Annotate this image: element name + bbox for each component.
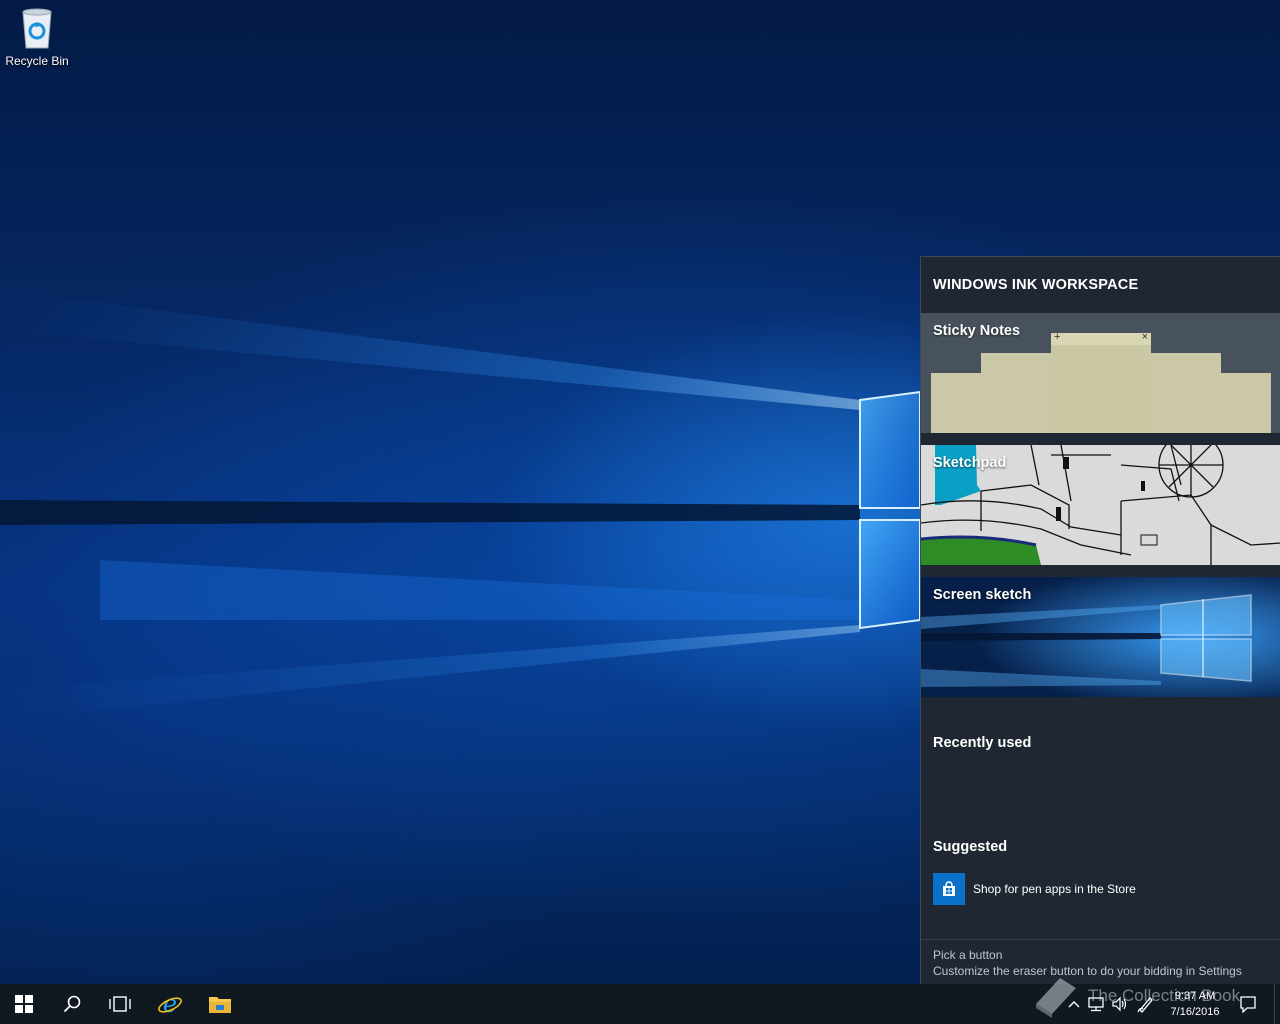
panel-title: WINDOWS INK WORKSPACE — [933, 277, 1139, 293]
shop-pen-apps-link[interactable]: Shop for pen apps in the Store — [933, 873, 1263, 905]
task-view-button[interactable] — [96, 984, 144, 1024]
add-note-icon: + — [1054, 331, 1061, 343]
sticky-note — [981, 353, 1051, 433]
store-icon — [933, 873, 965, 905]
task-view-icon — [109, 996, 131, 1012]
search-button[interactable] — [48, 984, 96, 1024]
search-icon — [63, 995, 81, 1013]
sticky-note — [931, 373, 981, 433]
windows-ink-workspace-panel: WINDOWS INK WORKSPACE Sticky Notes + × S… — [920, 256, 1280, 985]
desktop-icon-recycle-bin[interactable]: Recycle Bin — [4, 6, 70, 68]
footer-text: Customize the eraser button to do your b… — [933, 964, 1242, 978]
volume-icon — [1112, 996, 1127, 1012]
clock-time: 9:37 AM — [1174, 990, 1216, 1002]
suggested-heading: Suggested — [933, 839, 1008, 855]
pen-icon — [1137, 997, 1153, 1013]
action-center-button[interactable] — [1236, 992, 1260, 1016]
sticky-note — [1221, 373, 1271, 433]
windows-ink-button[interactable] — [1134, 992, 1158, 1016]
network-button[interactable] — [1084, 992, 1108, 1016]
taskbar: e The Collection Book 9:37 AM 7/16/2016 — [0, 978, 1280, 1024]
volume-button[interactable] — [1108, 992, 1132, 1016]
internet-explorer-icon: e — [158, 991, 182, 1017]
recycle-bin-icon — [22, 8, 52, 49]
file-explorer-icon — [209, 997, 231, 1013]
sketchpad-label: Sketchpad — [933, 455, 1007, 471]
screen-sketch-label: Screen sketch — [933, 587, 1032, 603]
chevron-up-icon — [1068, 1001, 1080, 1008]
action-center-icon — [1240, 996, 1256, 1013]
close-icon: × — [1141, 331, 1148, 343]
file-explorer-button[interactable] — [196, 984, 244, 1024]
svg-text:e: e — [163, 991, 177, 1017]
desktop-icon-label: Recycle Bin — [5, 54, 69, 68]
network-icon — [1088, 997, 1104, 1012]
footer-title: Pick a button — [933, 948, 1003, 962]
clock-date: 7/16/2016 — [1170, 1006, 1220, 1018]
start-icon — [15, 995, 33, 1013]
start-button[interactable] — [0, 984, 48, 1024]
system-clock[interactable]: 9:37 AM 7/16/2016 — [1160, 988, 1230, 1020]
sticky-note-front: + × — [1051, 331, 1151, 433]
pen-tip-footer[interactable]: Pick a button Customize the eraser butto… — [921, 939, 1280, 985]
internet-explorer-button[interactable]: e — [146, 984, 194, 1024]
recently-used-heading: Recently used — [933, 735, 1032, 751]
show-desktop-button[interactable] — [1274, 984, 1280, 1024]
show-hidden-icons-button[interactable] — [1062, 992, 1086, 1016]
sticky-note — [1151, 353, 1221, 433]
sticky-notes-tile[interactable]: Sticky Notes + × — [921, 313, 1280, 433]
screen-sketch-tile[interactable]: Screen sketch — [921, 577, 1280, 697]
sticky-note-title-bar: + × — [1051, 331, 1151, 345]
sketchpad-tile[interactable]: Sketchpad — [921, 445, 1280, 565]
sticky-notes-label: Sticky Notes — [933, 323, 1021, 339]
shop-pen-apps-label: Shop for pen apps in the Store — [973, 882, 1136, 896]
